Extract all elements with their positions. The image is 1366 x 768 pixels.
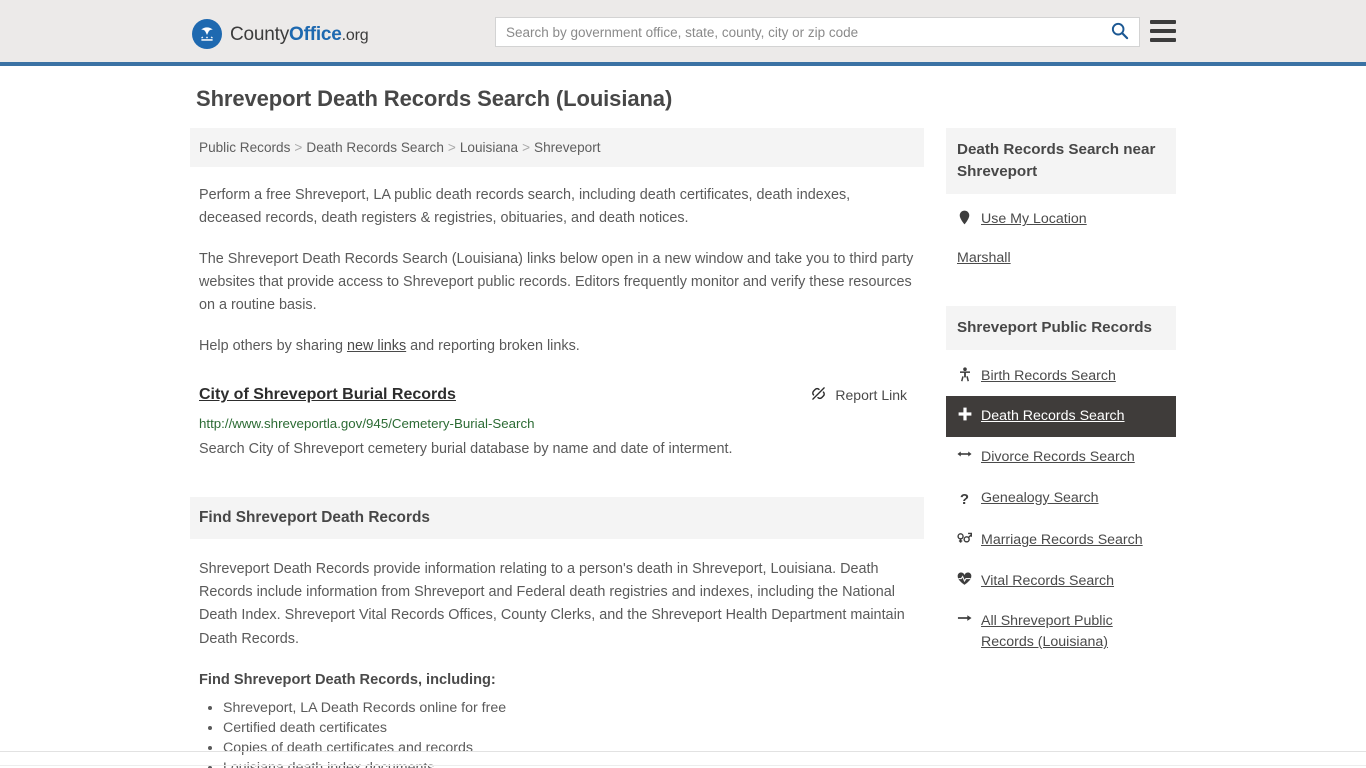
- site-header: CountyOffice.org: [0, 0, 1366, 66]
- list-item: Louisiana death index documents: [223, 758, 915, 768]
- public-records-heading: Shreveport Public Records: [946, 305, 1176, 350]
- report-link-label: Report Link: [835, 387, 907, 403]
- sidebar-item-marshall[interactable]: Marshall: [946, 239, 1176, 278]
- intro-paragraph-1: Perform a free Shreveport, LA public dea…: [199, 187, 851, 227]
- section-subheading: Find Shreveport Death Records, including…: [199, 672, 496, 688]
- result-title-link[interactable]: City of Shreveport Burial Records: [199, 385, 456, 406]
- intro-p3-after: and reporting broken links.: [406, 337, 580, 354]
- search-button[interactable]: [1099, 18, 1139, 46]
- breadcrumb-separator: >: [447, 140, 456, 155]
- content-container: Shreveport Death Records Search (Louisia…: [190, 66, 1176, 768]
- question-mark-icon: ?: [959, 490, 970, 508]
- arrow-right-icon: [957, 611, 972, 624]
- cross-icon: [957, 406, 972, 421]
- search-icon: [1110, 21, 1129, 43]
- sidebar-item-label: Birth Records Search: [981, 367, 1116, 384]
- report-link-button[interactable]: Report Link: [810, 385, 915, 405]
- sidebar-item-vital-records-search[interactable]: Vital Records Search: [946, 561, 1176, 602]
- nearby-panel-heading: Death Records Search near Shreveport: [946, 128, 1176, 195]
- sidebar-item-use-my-location[interactable]: Use My Location: [946, 200, 1176, 239]
- result-item: City of Shreveport Burial Records Report…: [190, 385, 924, 461]
- find-records-section: Find Shreveport Death Records Shreveport…: [190, 496, 924, 768]
- main-column: Public Records > Death Records Search > Loui…: [190, 128, 924, 768]
- breadcrumb-separator: >: [522, 140, 531, 155]
- sidebar-item-death-records-search[interactable]: Death Records Search: [946, 396, 1176, 437]
- logo-text-org: .org: [341, 26, 369, 44]
- sidebar-item-all-shreveport-public-records[interactable]: All Shreveport Public Records (Louisiana…: [946, 601, 1176, 662]
- search-bar: [495, 17, 1140, 47]
- breadcrumb-item-death-records-search[interactable]: Death Records Search: [306, 140, 444, 155]
- public-records-list: Birth Records Search Death Records Searc…: [946, 350, 1176, 663]
- broken-link-icon: [810, 385, 827, 405]
- sidebar-item-label: Divorce Records Search: [981, 448, 1135, 465]
- menu-bar-1: [1150, 20, 1176, 24]
- result-header-row: City of Shreveport Burial Records Report…: [199, 385, 915, 406]
- map-pin-icon: [957, 209, 972, 225]
- male-female-icon: [957, 530, 972, 545]
- result-url[interactable]: http://www.shreveportla.gov/945/Cemetery…: [199, 415, 915, 432]
- sidebar-item-label: Genealogy Search: [981, 489, 1099, 506]
- menu-bar-2: [1150, 29, 1176, 33]
- section-body: Shreveport Death Records provide informa…: [190, 558, 924, 768]
- section-bullet-list: Shreveport, LA Death Records online for …: [223, 698, 915, 768]
- site-logo-text: CountyOffice.org: [230, 23, 369, 45]
- sidebar-item-label: Marshall: [957, 249, 1011, 266]
- intro-p3-before: Help others by sharing: [199, 337, 347, 354]
- list-item: Certified death certificates: [223, 718, 915, 738]
- search-input[interactable]: [496, 18, 1099, 46]
- section-heading: Find Shreveport Death Records: [190, 496, 924, 539]
- footer-divider-secondary: [0, 765, 1366, 766]
- left-right-arrow-icon: [957, 447, 972, 460]
- result-description: Search City of Shreveport cemetery buria…: [199, 441, 733, 458]
- sidebar-item-birth-records-search[interactable]: Birth Records Search: [946, 356, 1176, 397]
- list-item: Shreveport, LA Death Records online for …: [223, 698, 915, 718]
- intro-paragraph-2: The Shreveport Death Records Search (Lou…: [199, 250, 914, 314]
- sidebar-item-label: All Shreveport Public Records (Louisiana…: [981, 613, 1113, 651]
- sidebar-item-divorce-records-search[interactable]: Divorce Records Search: [946, 437, 1176, 478]
- sidebar-item-label: Use My Location: [981, 211, 1087, 228]
- page-title: Shreveport Death Records Search (Louisia…: [196, 86, 673, 111]
- sidebar-item-genealogy-search[interactable]: ? Genealogy Search: [946, 478, 1176, 521]
- two-column-layout: Public Records > Death Records Search > Loui…: [190, 128, 1176, 768]
- hamburger-menu-icon[interactable]: [1150, 18, 1176, 44]
- section-paragraph: Shreveport Death Records provide informa…: [199, 560, 905, 647]
- logo-text-county: County: [230, 23, 290, 45]
- sidebar-item-label: Marriage Records Search: [981, 532, 1143, 549]
- sidebar-item-marriage-records-search[interactable]: Marriage Records Search: [946, 520, 1176, 561]
- header-inner: CountyOffice.org: [0, 0, 1366, 62]
- intro-paragraph-3: Help others by sharing new links and rep…: [199, 335, 915, 358]
- nearby-list: Use My Location Marshall: [946, 194, 1176, 277]
- public-records-panel: Shreveport Public Records Birth Records …: [946, 305, 1176, 663]
- footer-divider: [0, 751, 1366, 752]
- list-item: Copies of death certificates and records: [223, 738, 915, 758]
- intro-copy: Perform a free Shreveport, LA public dea…: [190, 184, 924, 358]
- baby-icon: [957, 366, 972, 382]
- sidebar-item-label: Death Records Search: [981, 408, 1125, 425]
- eagle-shield-logo-icon: [192, 19, 222, 49]
- breadcrumb: Public Records > Death Records Search > Loui…: [190, 128, 924, 168]
- new-links-link[interactable]: new links: [347, 338, 406, 354]
- logo-text-office: Office: [289, 23, 342, 45]
- nearby-panel: Death Records Search near Shreveport Use…: [946, 128, 1176, 278]
- site-logo[interactable]: CountyOffice.org: [192, 19, 369, 49]
- sidebar-item-label: Vital Records Search: [981, 572, 1115, 589]
- breadcrumb-item-public-records[interactable]: Public Records: [199, 140, 290, 155]
- breadcrumb-separator: >: [294, 140, 303, 155]
- menu-bar-3: [1150, 38, 1176, 42]
- sidebar: Death Records Search near Shreveport Use…: [946, 128, 1176, 667]
- page-body: Shreveport Death Records Search (Louisia…: [0, 66, 1366, 768]
- breadcrumb-item-shreveport[interactable]: Shreveport: [534, 140, 601, 155]
- breadcrumb-item-louisiana[interactable]: Louisiana: [460, 140, 518, 155]
- heartbeat-icon: [957, 571, 972, 586]
